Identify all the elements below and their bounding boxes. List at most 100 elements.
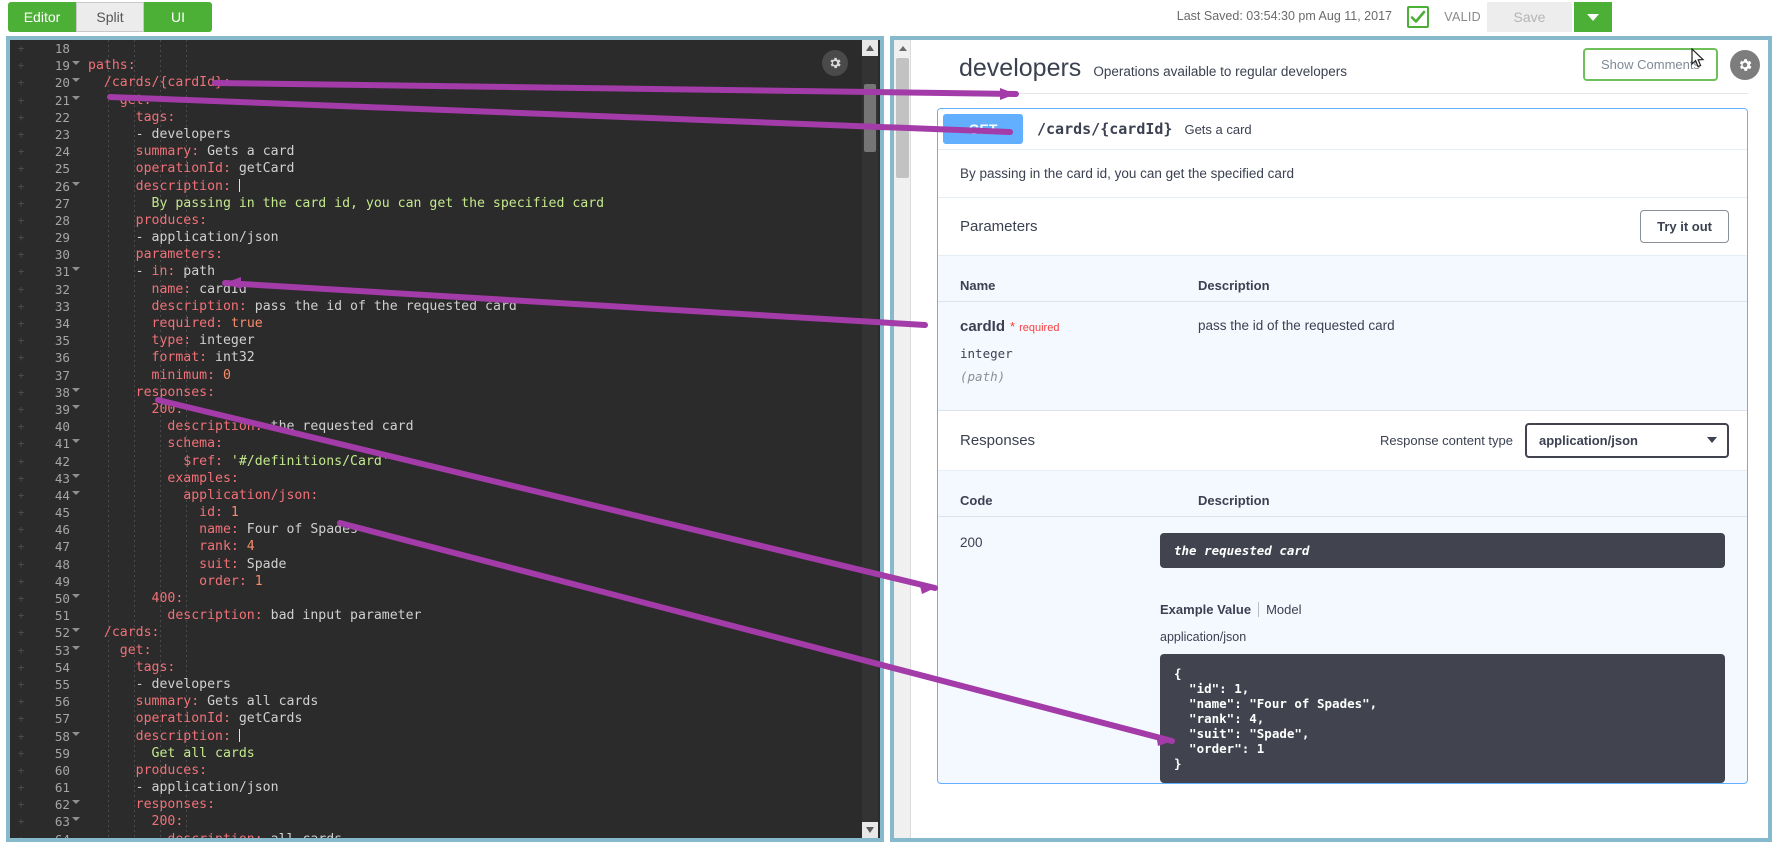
code-line[interactable]: suit: Spade [82,556,858,573]
fold-marker[interactable]: + [10,367,32,384]
fold-marker[interactable]: + [10,453,32,470]
fold-marker[interactable]: + [10,659,32,676]
fold-marker[interactable]: + [10,813,32,830]
fold-marker[interactable]: + [10,195,32,212]
code-line[interactable]: - in: path [82,263,858,280]
mode-split-button[interactable]: Split [76,2,144,32]
fold-marker[interactable]: + [10,435,32,452]
fold-marker[interactable]: + [10,246,32,263]
fold-marker[interactable]: + [10,642,32,659]
tab-example-value[interactable]: Example Value [1160,602,1251,617]
fold-marker[interactable]: + [10,745,32,762]
fold-marker[interactable]: + [10,109,32,126]
code-line[interactable]: parameters: [82,246,858,263]
fold-marker[interactable]: + [10,281,32,298]
fold-marker[interactable]: + [10,349,32,366]
code-line[interactable]: produces: [82,212,858,229]
code-line[interactable]: description: [82,728,858,745]
fold-marker[interactable]: + [10,762,32,779]
fold-marker[interactable]: + [10,229,32,246]
code-line[interactable]: operationId: getCard [82,160,858,177]
fold-marker[interactable]: + [10,401,32,418]
code-line[interactable]: description: [82,178,858,195]
fold-marker[interactable]: + [10,487,32,504]
fold-marker[interactable]: + [10,796,32,813]
code-line[interactable]: type: integer [82,332,858,349]
fold-marker[interactable]: + [10,298,32,315]
fold-marker[interactable]: + [10,831,32,838]
editor-fold-column[interactable]: + + + + + + + + + + + + + + + + + + + + + + + + + + + + + + + + + + + + + + + +… [10,40,32,838]
fold-marker[interactable]: + [10,470,32,487]
code-line[interactable]: summary: Gets a card [82,143,858,160]
scroll-down-arrow-icon[interactable] [862,822,878,838]
code-line[interactable]: produces: [82,762,858,779]
fold-marker[interactable]: + [10,590,32,607]
code-line[interactable]: schema: [82,435,858,452]
swagger-ui-pane[interactable]: Show Comments developers Operations avai… [890,36,1772,842]
try-it-out-button[interactable]: Try it out [1640,210,1729,243]
fold-marker[interactable]: + [10,143,32,160]
editor-scrollbar-thumb[interactable] [864,84,876,152]
fold-marker[interactable]: + [10,573,32,590]
swagger-scrollbar-thumb[interactable] [896,58,909,178]
save-button[interactable]: Save [1487,2,1572,32]
fold-marker[interactable]: + [10,728,32,745]
fold-marker[interactable]: + [10,710,32,727]
fold-marker[interactable]: + [10,693,32,710]
code-line[interactable]: 200: [82,401,858,418]
swagger-scroll-up-icon[interactable] [894,40,911,57]
fold-marker[interactable]: + [10,126,32,143]
code-line[interactable]: examples: [82,470,858,487]
code-line[interactable]: get: [82,92,858,109]
code-line[interactable]: responses: [82,796,858,813]
fold-marker[interactable]: + [10,624,32,641]
code-line[interactable]: $ref: '#/definitions/Card' [82,453,858,470]
fold-marker[interactable]: + [10,384,32,401]
code-line[interactable]: operationId: getCards [82,710,858,727]
fold-marker[interactable]: + [10,160,32,177]
code-line[interactable]: format: int32 [82,349,858,366]
code-line[interactable]: paths: [82,57,858,74]
fold-marker[interactable]: + [10,504,32,521]
editor-gear-icon[interactable] [822,50,848,76]
fold-marker[interactable]: + [10,538,32,555]
fold-marker[interactable]: + [10,521,32,538]
code-line[interactable]: /cards: [82,624,858,641]
fold-marker[interactable]: + [10,607,32,624]
fold-marker[interactable]: + [10,779,32,796]
mode-ui-button[interactable]: UI [144,2,212,32]
code-line[interactable]: By passing in the card id, you can get t… [82,195,858,212]
scroll-up-arrow-icon[interactable] [862,40,878,56]
code-line[interactable]: get: [82,642,858,659]
code-line[interactable]: /cards/{cardId}: [82,74,858,91]
code-line[interactable]: 200: [82,813,858,830]
code-line[interactable]: - developers [82,126,858,143]
fold-marker[interactable]: + [10,57,32,74]
code-line[interactable]: description: pass the id of the requeste… [82,298,858,315]
code-line[interactable]: summary: Gets all cards [82,693,858,710]
fold-marker[interactable]: + [10,332,32,349]
save-dropdown-button[interactable] [1574,2,1612,32]
code-line[interactable]: description: the requested card [82,418,858,435]
fold-marker[interactable]: + [10,263,32,280]
fold-marker[interactable]: + [10,676,32,693]
editor-content[interactable]: + + + + + + + + + + + + + + + + + + + + + + + + + + + + + + + + + + + + + + + +… [10,40,880,838]
code-line[interactable]: id: 1 [82,504,858,521]
fold-marker[interactable]: + [10,556,32,573]
yaml-editor-pane[interactable]: + + + + + + + + + + + + + + + + + + + + + + + + + + + + + + + + + + + + + + + +… [6,36,884,842]
code-line[interactable]: responses: [82,384,858,401]
code-line[interactable]: order: 1 [82,573,858,590]
fold-marker[interactable]: + [10,212,32,229]
code-line[interactable]: name: cardId [82,281,858,298]
operation-summary-row[interactable]: GET /cards/{cardId} Gets a card [938,109,1747,150]
editor-code-text[interactable]: paths: /cards/{cardId}: get: tags: - dev… [82,40,858,838]
code-line[interactable]: tags: [82,109,858,126]
code-line[interactable]: Get all cards [82,745,858,762]
swagger-gear-icon[interactable] [1730,49,1760,80]
code-line[interactable]: 400: [82,590,858,607]
fold-marker[interactable]: + [10,178,32,195]
code-line[interactable]: tags: [82,659,858,676]
fold-marker[interactable]: + [10,315,32,332]
code-line[interactable]: description: bad input parameter [82,607,858,624]
code-line[interactable]: rank: 4 [82,538,858,555]
